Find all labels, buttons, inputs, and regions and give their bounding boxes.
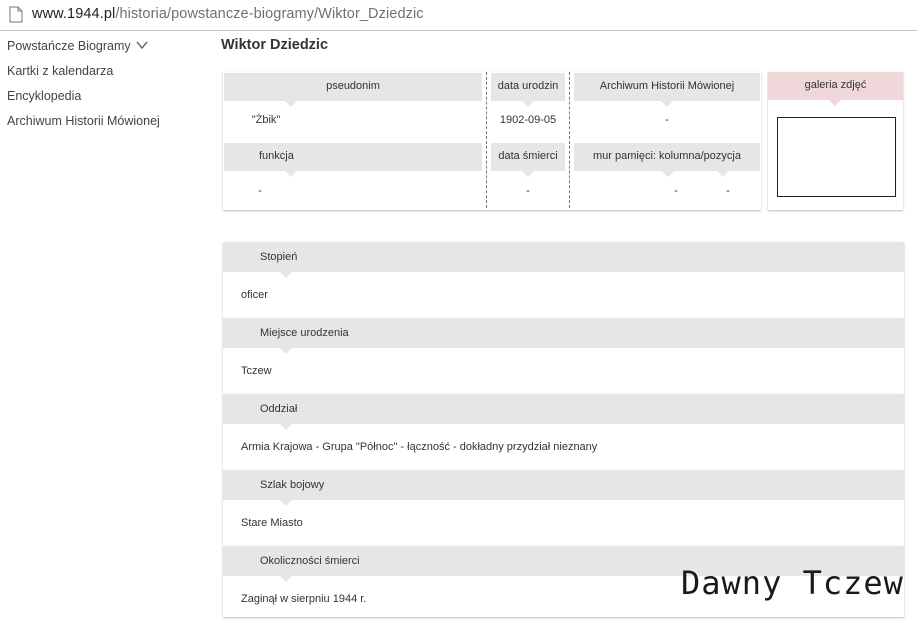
sidebar: Powstańcze Biogramy Kartki z kalendarza … bbox=[7, 38, 160, 138]
section-label: Oddział bbox=[260, 403, 298, 415]
data-smierci-header: data śmierci bbox=[491, 143, 565, 177]
section-header: Miejsce urodzenia bbox=[223, 318, 904, 354]
url-text[interactable]: www.1944.pl/historia/powstancze-biogramy… bbox=[32, 6, 424, 22]
section-value: oficer bbox=[241, 289, 268, 301]
info-box: pseudonim "Żbik" funkcja - data urodzin … bbox=[223, 72, 761, 210]
sidebar-item-label: Encyklopedia bbox=[7, 89, 82, 103]
gallery-header: galeria zdjęć bbox=[768, 72, 903, 106]
section-label: Miejsce urodzenia bbox=[260, 327, 349, 339]
sidebar-item-label: Powstańcze Biogramy bbox=[7, 39, 131, 53]
pseudonim-header: pseudonim bbox=[224, 73, 482, 107]
section-szlak-bojowy: Szlak bojowy Stare Miasto bbox=[223, 470, 904, 546]
section-miejsce-urodzenia: Miejsce urodzenia Tczew bbox=[223, 318, 904, 394]
archiwum-label: Archiwum Historii Mówionej bbox=[599, 80, 735, 92]
gallery-box: galeria zdjęć bbox=[768, 72, 903, 210]
section-oddzial: Oddział Armia Krajowa - Grupa "Północ" -… bbox=[223, 394, 904, 470]
data-smierci-value: - bbox=[526, 185, 530, 197]
section-label: Okoliczności śmierci bbox=[260, 555, 360, 567]
sidebar-item-powstancze-biogramy[interactable]: Powstańcze Biogramy bbox=[7, 38, 160, 63]
mur-pozycja-value: - bbox=[726, 185, 730, 197]
section-stopien: Stopień oficer bbox=[223, 242, 904, 318]
chevron-down-icon[interactable] bbox=[136, 41, 148, 49]
mur-pamieci-label: mur pamięci: kolumna/pozycja bbox=[593, 150, 741, 162]
section-value: Tczew bbox=[241, 365, 272, 377]
photo-thumbnail[interactable] bbox=[777, 117, 896, 197]
data-urodzin-value: 1902-09-05 bbox=[499, 114, 557, 126]
funkcja-label: funkcja bbox=[259, 150, 294, 162]
sidebar-item-archiwum[interactable]: Archiwum Historii Mówionej bbox=[7, 113, 160, 138]
archiwum-value: - bbox=[665, 114, 669, 126]
sidebar-item-label: Kartki z kalendarza bbox=[7, 64, 114, 78]
section-value: Armia Krajowa - Grupa "Północ" - łącznoś… bbox=[241, 441, 598, 453]
column-divider bbox=[486, 72, 487, 208]
data-urodzin-header: data urodzin bbox=[491, 73, 565, 107]
sidebar-item-encyklopedia[interactable]: Encyklopedia bbox=[7, 88, 160, 113]
funkcja-value: - bbox=[258, 185, 262, 197]
mur-pamieci-header: mur pamięci: kolumna/pozycja bbox=[574, 143, 760, 177]
page-title: Wiktor Dziedzic bbox=[221, 37, 329, 53]
section-header: Stopień bbox=[223, 242, 904, 278]
archiwum-header: Archiwum Historii Mówionej bbox=[574, 73, 760, 107]
gallery-label: galeria zdjęć bbox=[804, 79, 867, 91]
section-value: Stare Miasto bbox=[241, 517, 303, 529]
funkcja-header: funkcja bbox=[224, 143, 482, 177]
document-icon bbox=[9, 6, 23, 23]
data-urodzin-label: data urodzin bbox=[497, 80, 559, 92]
section-header: Szlak bojowy bbox=[223, 470, 904, 506]
mur-kolumna-value: - bbox=[674, 185, 678, 197]
pseudonim-label: pseudonim bbox=[326, 80, 380, 92]
url-host: www.1944.pl bbox=[32, 6, 116, 22]
section-label: Szlak bojowy bbox=[260, 479, 325, 491]
address-bar[interactable]: www.1944.pl/historia/powstancze-biogramy… bbox=[0, 0, 917, 31]
section-label: Stopień bbox=[260, 251, 298, 263]
data-smierci-label: data śmierci bbox=[498, 150, 558, 162]
pseudonim-value: "Żbik" bbox=[251, 114, 281, 126]
url-path: /historia/powstancze-biogramy/Wiktor_Dzi… bbox=[115, 6, 424, 22]
sidebar-item-kartki[interactable]: Kartki z kalendarza bbox=[7, 63, 160, 88]
section-value: Zaginął w sierpniu 1944 r. bbox=[241, 593, 367, 605]
watermark: Dawny Tczew bbox=[681, 564, 904, 602]
sidebar-item-label: Archiwum Historii Mówionej bbox=[7, 114, 160, 128]
column-divider bbox=[569, 72, 570, 208]
section-header: Oddział bbox=[223, 394, 904, 430]
